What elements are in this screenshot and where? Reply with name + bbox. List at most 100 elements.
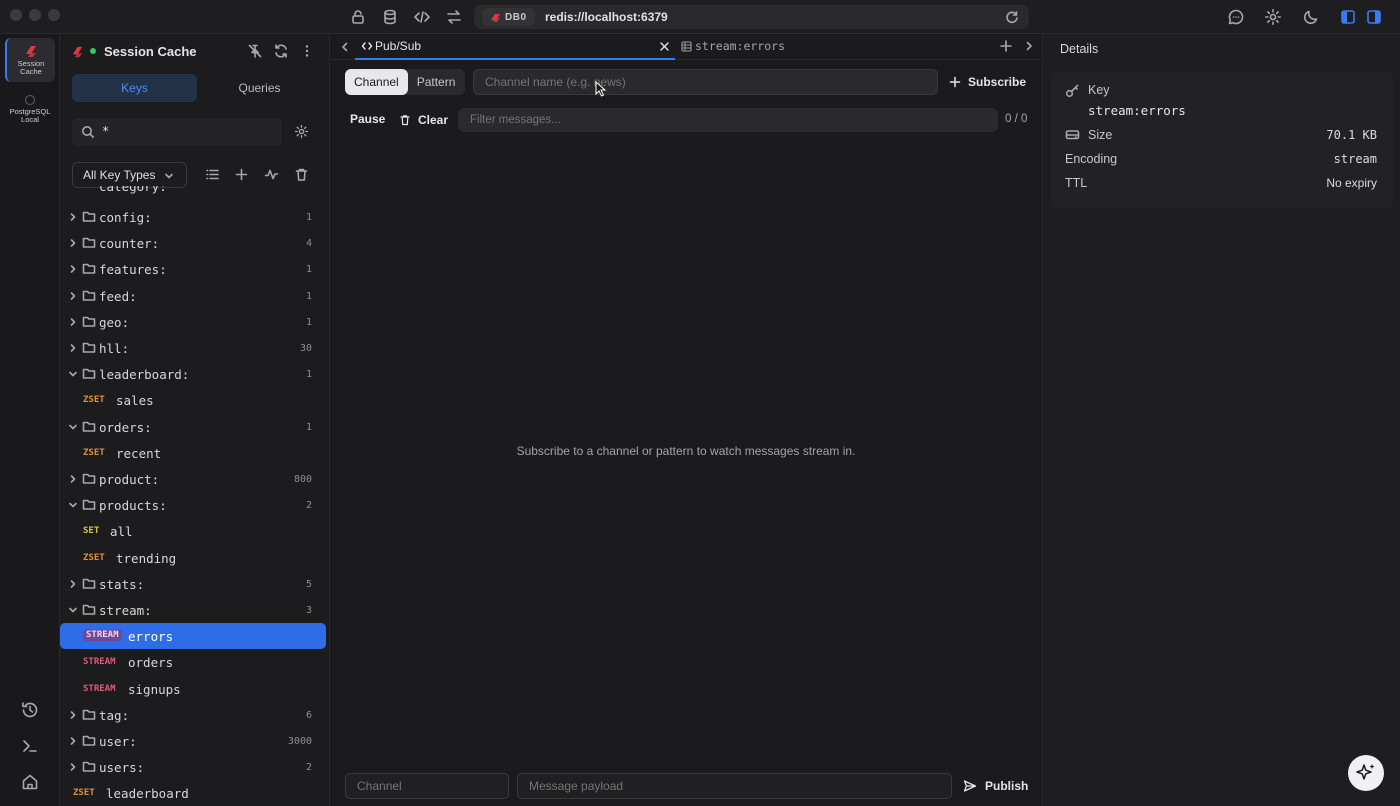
home-icon[interactable] <box>20 772 40 792</box>
chat-icon[interactable] <box>1227 8 1245 26</box>
list-view-icon[interactable] <box>205 167 220 182</box>
key-name: sales <box>116 393 154 409</box>
subscribe-button[interactable]: Subscribe <box>949 69 1026 95</box>
window-minimize-button[interactable] <box>29 9 41 21</box>
key-folder-row[interactable]: stream: 3 <box>60 597 326 623</box>
redis-logo-icon <box>71 45 84 58</box>
key-folder-row[interactable]: stats: 5 <box>60 571 326 597</box>
key-folder-row[interactable]: products: 2 <box>60 492 326 518</box>
close-tab-icon[interactable] <box>659 41 670 52</box>
folder-key-count: 3000 <box>287 736 312 747</box>
toggle-right-panel-icon[interactable] <box>1365 8 1383 26</box>
key-row[interactable]: STREAM orders <box>60 649 326 675</box>
tab-keys[interactable]: Keys <box>72 74 197 102</box>
code-icon[interactable] <box>413 8 431 26</box>
rail-connection-session-cache[interactable]: Session Cache <box>5 38 55 82</box>
lock-icon[interactable] <box>349 8 367 26</box>
chevron-right-icon[interactable] <box>68 579 78 589</box>
key-folder-row[interactable]: product: 800 <box>60 466 326 492</box>
rail-connection-postgresql[interactable]: PostgreSQL Local <box>5 90 55 128</box>
window-zoom-button[interactable] <box>48 9 60 21</box>
clear-button[interactable]: Clear <box>399 108 448 132</box>
tab-stream-errors[interactable]: stream:errors <box>679 34 989 60</box>
chevron-right-icon[interactable] <box>68 762 78 772</box>
chevron-down-icon[interactable] <box>68 500 78 510</box>
ai-assistant-button[interactable] <box>1348 755 1384 791</box>
key-row[interactable]: ZSET recent <box>60 440 326 466</box>
key-row[interactable]: ZSET leaderboard <box>60 780 326 806</box>
chevron-down-icon[interactable] <box>68 422 78 432</box>
trash-icon[interactable] <box>294 167 309 182</box>
key-folder-row[interactable]: tag: 6 <box>60 702 326 728</box>
tab-scroll-left-icon[interactable] <box>340 41 350 53</box>
key-name: orders <box>128 655 174 671</box>
settings-gear-icon[interactable] <box>1264 8 1282 26</box>
key-folder-row[interactable]: geo: 1 <box>60 309 326 335</box>
folder-icon <box>82 210 96 223</box>
folder-icon <box>82 577 96 590</box>
tab-scroll-right-icon[interactable] <box>1024 40 1034 52</box>
key-search-input[interactable]: * <box>72 118 282 146</box>
key-folder-row[interactable]: hll: 30 <box>60 335 326 361</box>
key-type-badge: ZSET <box>83 395 105 406</box>
key-row[interactable]: ZSET sales <box>60 387 326 413</box>
key-folder-row[interactable]: orders: 1 <box>60 414 326 440</box>
mode-channel-button[interactable]: Channel <box>345 69 408 95</box>
dark-mode-moon-icon[interactable] <box>1302 8 1320 26</box>
filter-messages-input[interactable] <box>458 108 998 132</box>
code-icon <box>361 42 373 50</box>
tab-pubsub[interactable]: Pub/Sub <box>355 34 675 60</box>
pause-button[interactable]: Pause <box>350 112 385 126</box>
activity-icon[interactable] <box>264 167 279 182</box>
database-chip[interactable]: DB0 <box>482 8 535 26</box>
terminal-icon[interactable] <box>20 736 40 756</box>
key-folder-row[interactable]: users: 2 <box>60 754 326 780</box>
key-type-filter-select[interactable]: All Key Types <box>72 162 187 188</box>
chevron-right-icon[interactable] <box>68 212 78 222</box>
key-folder-row[interactable]: user: 3000 <box>60 728 326 754</box>
toggle-left-panel-icon[interactable] <box>1339 8 1357 26</box>
key-name: trending <box>116 550 177 566</box>
tab-label: stream:errors <box>695 39 786 53</box>
folder-key-count: 1 <box>305 290 312 302</box>
chevron-right-icon[interactable] <box>68 710 78 720</box>
chevron-right-icon[interactable] <box>68 736 78 746</box>
tab-label: Pub/Sub <box>375 39 422 53</box>
refresh-keys-icon[interactable] <box>273 43 289 59</box>
message-payload-input[interactable] <box>517 773 952 799</box>
chevron-right-icon[interactable] <box>68 291 78 301</box>
key-row[interactable]: ZSET trending <box>60 545 326 571</box>
chevron-right-icon[interactable] <box>68 238 78 248</box>
database-icon[interactable] <box>381 8 399 26</box>
search-settings-gear-icon[interactable] <box>294 124 309 139</box>
chevron-down-icon[interactable] <box>68 605 78 615</box>
chevron-right-icon[interactable] <box>68 474 78 484</box>
key-folder-row[interactable]: feed: 1 <box>60 283 326 309</box>
mode-pattern-button[interactable]: Pattern <box>408 69 465 95</box>
chevron-right-icon[interactable] <box>68 317 78 327</box>
key-row[interactable]: STREAM errors <box>60 623 326 650</box>
chevron-right-icon[interactable] <box>68 264 78 274</box>
key-type-badge: SET <box>83 526 100 537</box>
new-tab-plus-icon[interactable] <box>999 39 1013 53</box>
key-folder-row[interactable]: config: 1 <box>60 204 326 230</box>
swap-icon[interactable] <box>445 8 463 26</box>
publish-channel-input[interactable] <box>345 773 509 799</box>
key-row[interactable]: SET all <box>60 518 326 544</box>
window-close-button[interactable] <box>10 9 22 21</box>
chevron-right-icon[interactable] <box>68 343 78 353</box>
key-folder-row[interactable]: leaderboard: 1 <box>60 361 326 387</box>
add-key-icon[interactable] <box>234 167 249 182</box>
more-menu-icon[interactable] <box>299 43 315 59</box>
key-row[interactable]: STREAM signups <box>60 676 326 702</box>
unpin-icon[interactable] <box>247 43 263 59</box>
refresh-icon[interactable] <box>1005 10 1019 24</box>
key-folder-row[interactable]: features: 1 <box>60 256 326 282</box>
tab-queries[interactable]: Queries <box>197 74 322 102</box>
key-folder-row[interactable]: counter: 4 <box>60 230 326 256</box>
publish-button[interactable]: Publish <box>963 773 1028 799</box>
history-icon[interactable] <box>20 700 40 720</box>
chevron-down-icon[interactable] <box>68 369 78 379</box>
channel-name-input[interactable] <box>473 69 938 95</box>
connection-url-bar[interactable]: DB0 redis://localhost:6379 <box>474 5 1029 29</box>
